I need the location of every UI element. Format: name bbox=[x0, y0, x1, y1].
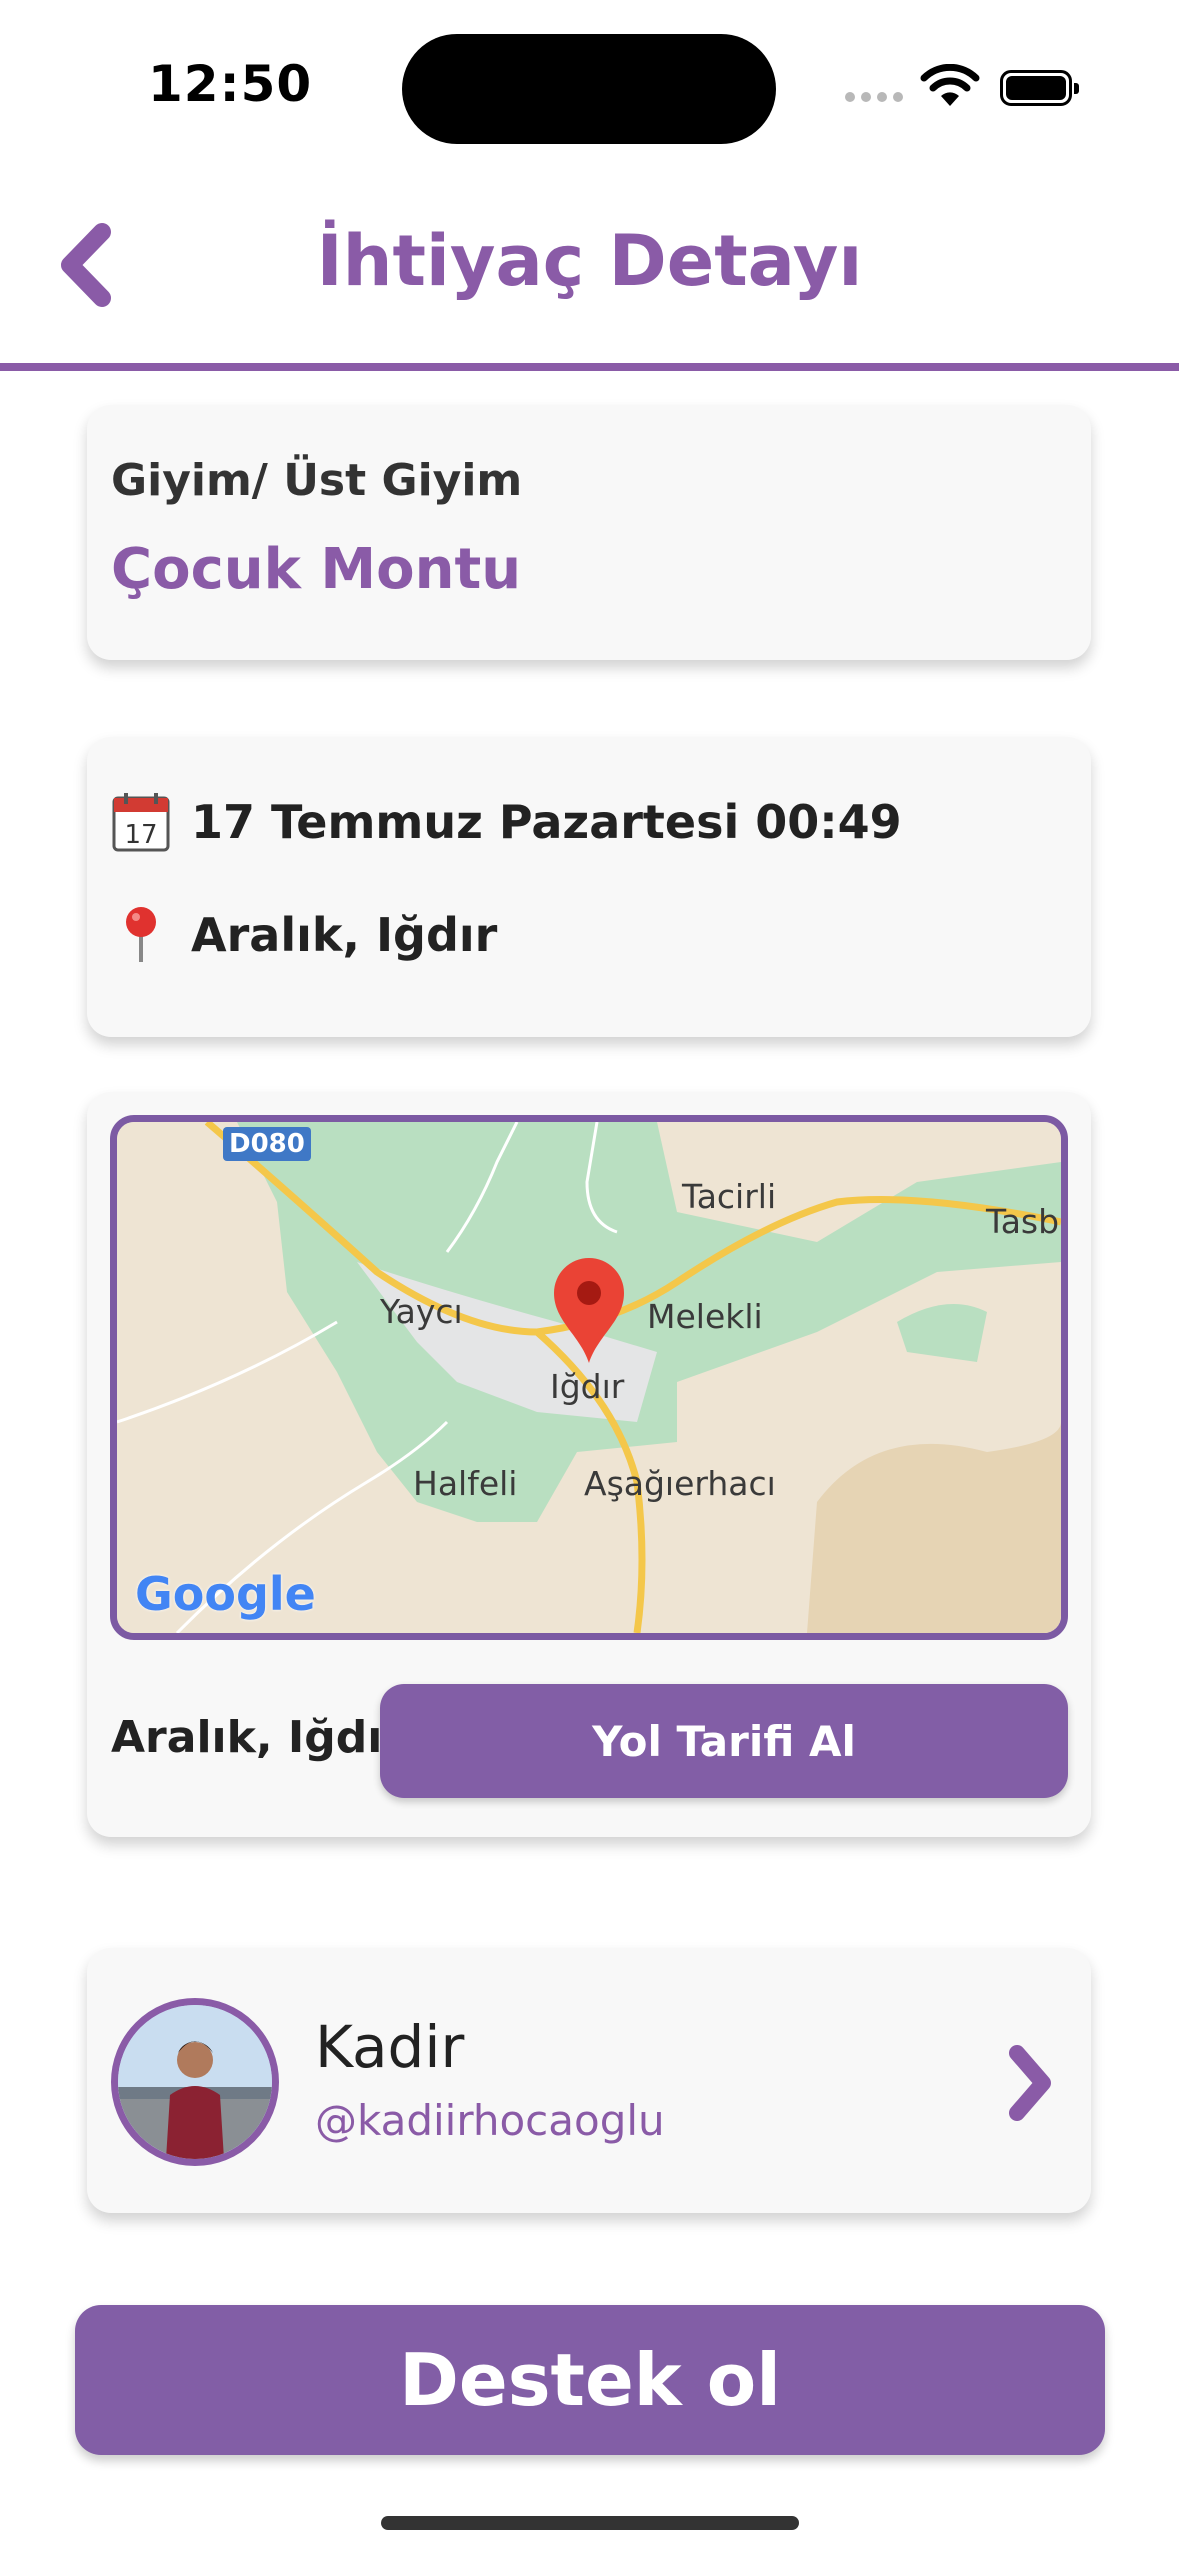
location-pin-icon bbox=[126, 907, 156, 962]
map-location-label: Aralık, Iğdır bbox=[111, 1712, 405, 1763]
battery-icon bbox=[1000, 70, 1079, 106]
avatar-image bbox=[118, 2005, 272, 2159]
map-place-label: Tacirli bbox=[682, 1177, 777, 1216]
header: İhtiyaç Detayı bbox=[0, 180, 1179, 370]
map-card: D080 Tacirli Tasbu Yaycı Melekli Iğdır H… bbox=[87, 1092, 1091, 1837]
need-item-title: Çocuk Montu bbox=[111, 537, 522, 602]
map-view[interactable]: D080 Tacirli Tasbu Yaycı Melekli Iğdır H… bbox=[110, 1115, 1068, 1640]
svg-text:17: 17 bbox=[124, 820, 157, 850]
need-info-card: 17 17 Temmuz Pazartesi 00:49 Aralık, Iğd… bbox=[87, 737, 1091, 1037]
calendar-icon: 17 bbox=[112, 793, 170, 852]
status-bar: 12:50 bbox=[0, 0, 1179, 170]
road-badge: D080 bbox=[223, 1127, 311, 1161]
location-row: Aralık, Iğdır bbox=[111, 900, 497, 970]
map-marker-icon[interactable] bbox=[550, 1255, 628, 1365]
google-logo: Google bbox=[135, 1567, 316, 1621]
page-title: İhtiyaç Detayı bbox=[316, 220, 863, 302]
location-text: Aralık, Iğdır bbox=[191, 908, 498, 962]
map-place-label: Iğdır bbox=[550, 1367, 625, 1406]
user-card[interactable]: Kadir @kadiirhocaoglu bbox=[87, 1948, 1091, 2213]
map-place-label: Yaycı bbox=[380, 1292, 463, 1331]
date-row: 17 17 Temmuz Pazartesi 00:49 bbox=[111, 787, 902, 857]
status-time: 12:50 bbox=[148, 55, 313, 113]
need-category-card: Giyim/ Üst Giyim Çocuk Montu bbox=[87, 405, 1091, 660]
home-indicator[interactable] bbox=[381, 2516, 799, 2530]
user-handle: @kadiirhocaoglu bbox=[315, 2096, 665, 2145]
user-name: Kadir bbox=[315, 2013, 465, 2081]
cellular-signal-icon bbox=[845, 92, 905, 106]
category-label: Giyim/ Üst Giyim bbox=[111, 455, 523, 506]
wifi-icon bbox=[920, 64, 980, 106]
map-place-label: Halfeli bbox=[413, 1464, 518, 1503]
chevron-right-icon[interactable] bbox=[1005, 2043, 1055, 2123]
support-button[interactable]: Destek ol bbox=[75, 2305, 1105, 2455]
dynamic-island bbox=[402, 34, 776, 144]
map-place-label: Aşağıerhacı bbox=[584, 1464, 776, 1503]
map-place-label: Tasbu bbox=[986, 1202, 1061, 1241]
date-text: 17 Temmuz Pazartesi 00:49 bbox=[191, 795, 902, 849]
header-divider bbox=[0, 363, 1179, 371]
map-place-label: Melekli bbox=[647, 1297, 763, 1336]
avatar[interactable] bbox=[111, 1998, 279, 2166]
get-directions-button[interactable]: Yol Tarifi Al bbox=[380, 1684, 1068, 1798]
